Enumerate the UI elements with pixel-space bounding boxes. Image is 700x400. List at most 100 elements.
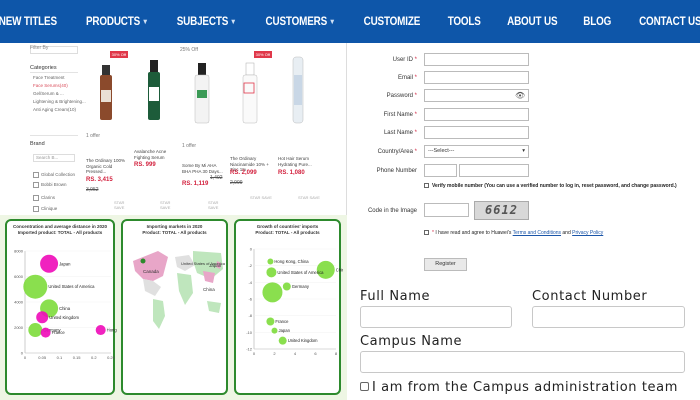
eye-icon[interactable]: 👁	[515, 91, 525, 100]
full-name-input[interactable]	[360, 306, 512, 328]
campus-signup-form: Full Name Contact Number Campus Name I a…	[347, 278, 700, 400]
brand-checkbox[interactable]: Clarins	[33, 195, 55, 201]
x-tick-label: 0	[24, 355, 27, 360]
product-name: The Ordinary 100% Organic Cold Pressed..…	[86, 158, 126, 174]
y-tick-label: 4000	[14, 300, 24, 305]
product-price: RS. 999	[134, 162, 156, 168]
brand-search-input[interactable]: Search B...	[33, 154, 75, 162]
brand-checkbox[interactable]: Clinique	[33, 206, 57, 212]
registration-form: User ID * Email * Password * 👁 First Nam…	[347, 43, 700, 278]
x-tick-label: 6	[314, 351, 317, 356]
user-id-label: User ID *	[392, 57, 417, 63]
scatter-point	[95, 325, 106, 336]
nav-customize[interactable]: CUSTOMIZE	[355, 16, 429, 28]
country-select[interactable]: ---Select--- ▾	[424, 145, 529, 158]
x-tick-label: 0.15	[73, 355, 82, 360]
product-old-price: 1,492	[210, 175, 223, 181]
last-name-label: Last Name *	[383, 130, 417, 136]
campus-name-input[interactable]	[360, 351, 685, 373]
scatter-point	[278, 336, 287, 345]
phone-label: Phone Number	[376, 168, 417, 174]
product-price: RS. 2,099	[230, 170, 257, 176]
sale-badge: 30% Off	[109, 51, 128, 58]
map-label: China	[203, 287, 215, 292]
import-growth-chart-svg: 0-2-4-6-8-10-1202468ChinaHong Kong, Chin…	[246, 247, 343, 357]
x-tick-label: 0.1	[57, 355, 63, 360]
password-input[interactable]	[424, 89, 529, 102]
user-id-input[interactable]	[424, 53, 529, 66]
divider	[30, 135, 78, 136]
y-tick-label: 2000	[14, 325, 24, 330]
concentration-chart-svg: 800060004000200000 0.05 0.1 0.15 0.2 0.25Japa…	[14, 249, 117, 361]
point-label: Hong Kong, China	[107, 328, 117, 333]
campus-admin-checkbox[interactable]	[360, 382, 369, 391]
point-label: China	[59, 306, 71, 311]
scatter-point	[266, 267, 277, 278]
code-label: Code in the Image	[367, 208, 417, 214]
verify-mobile-row: Verify mobile number (You can use a veri…	[424, 183, 677, 189]
first-name-input[interactable]	[424, 108, 529, 121]
product-card[interactable]: 25% Off 1 offer Some By Mi AHA BHA PHA 3…	[180, 45, 224, 213]
category-item[interactable]: Face Treatment	[33, 75, 65, 80]
brand-checkbox[interactable]: Global Collection	[33, 172, 75, 178]
campus-admin-row: I am from the Campus administration team	[360, 380, 678, 395]
terms-link[interactable]: Terms and Conditions	[513, 230, 561, 236]
y-tick-label: 6000	[14, 274, 24, 279]
trade-charts-panel: Concentration and average distance in 20…	[0, 215, 347, 400]
scatter-point	[262, 282, 283, 303]
last-name-input[interactable]	[424, 126, 529, 139]
point-label: Japan	[279, 328, 291, 333]
product-image	[276, 45, 320, 130]
contact-number-label: Contact Number	[532, 289, 648, 304]
y-tick-label: -8	[248, 313, 252, 318]
scatter-point	[282, 282, 291, 291]
brand-checkbox[interactable]: Bobbi Brown	[33, 182, 67, 188]
divider	[30, 72, 78, 73]
captcha-input[interactable]	[424, 203, 469, 217]
product-card[interactable]: 30% Off The Ordinary Niacinamide 10% + Z…	[228, 45, 272, 213]
product-image	[180, 45, 224, 130]
nav-about-us[interactable]: ABOUT US	[498, 16, 565, 28]
product-card[interactable]: Avalanche Acne Fighting Serum RS. 999 ST…	[132, 45, 176, 213]
email-input[interactable]	[424, 71, 529, 84]
scatter-point	[40, 254, 59, 273]
category-item[interactable]: Anti Aging Cream(10)	[33, 107, 76, 112]
product-card[interactable]: Hot Hair Serum Hydrating Pure... RS. 1,0…	[276, 45, 320, 213]
nav-tools[interactable]: TOOLS	[439, 16, 489, 28]
category-item[interactable]: Lightening & Brightening...	[33, 99, 86, 104]
nav-contact-us[interactable]: CONTACT US	[630, 16, 700, 28]
nav-customers[interactable]: CUSTOMERS ▾	[257, 16, 342, 28]
product-meta: STAR SAVE	[250, 195, 272, 200]
country-label: Country/Area *	[377, 149, 417, 155]
contact-number-input[interactable]	[532, 306, 685, 328]
register-button[interactable]: Register	[424, 258, 467, 271]
campus-name-label: Campus Name	[360, 334, 463, 349]
brand-heading: Brand	[30, 141, 45, 147]
verify-mobile-checkbox[interactable]	[424, 183, 429, 189]
scatter-point	[40, 327, 51, 338]
category-item-active[interactable]: Face Serums(40)	[33, 83, 68, 88]
y-tick-label: -2	[248, 263, 252, 268]
phone-number-input[interactable]	[459, 164, 529, 177]
product-name: Some By Mi AHA BHA PHA 30 Days...	[182, 163, 223, 174]
privacy-link[interactable]: Privacy Policy	[572, 230, 603, 236]
nav-subjects[interactable]: SUBJECTS ▾	[168, 16, 243, 28]
nav-new-titles[interactable]: NEW TITLES	[0, 16, 65, 28]
categories-heading: Categories	[30, 65, 57, 71]
y-tick-label: -4	[248, 280, 252, 285]
scatter-point	[36, 311, 49, 324]
product-listing-panel: Filter By Categories Face Treatment Face…	[0, 43, 347, 215]
point-label: France	[52, 330, 66, 335]
chevron-down-icon: ▾	[330, 17, 334, 26]
product-card[interactable]: 30% Off 1 offer The Ordinary 100% Organi…	[84, 45, 128, 213]
x-tick-label: 0.05	[38, 355, 47, 360]
x-tick-label: 0.2	[91, 355, 97, 360]
terms-checkbox[interactable]	[424, 230, 429, 236]
nav-products[interactable]: PRODUCTS ▾	[78, 16, 156, 28]
nav-blog[interactable]: BLOG	[575, 16, 620, 28]
phone-code-input[interactable]	[424, 164, 457, 177]
category-item[interactable]: Gel/Serum & ...	[33, 91, 64, 96]
sale-badge: 25% Off	[180, 47, 198, 53]
point-label: United Kingdom	[288, 338, 318, 343]
point-label: Hong Kong, China	[274, 259, 309, 264]
